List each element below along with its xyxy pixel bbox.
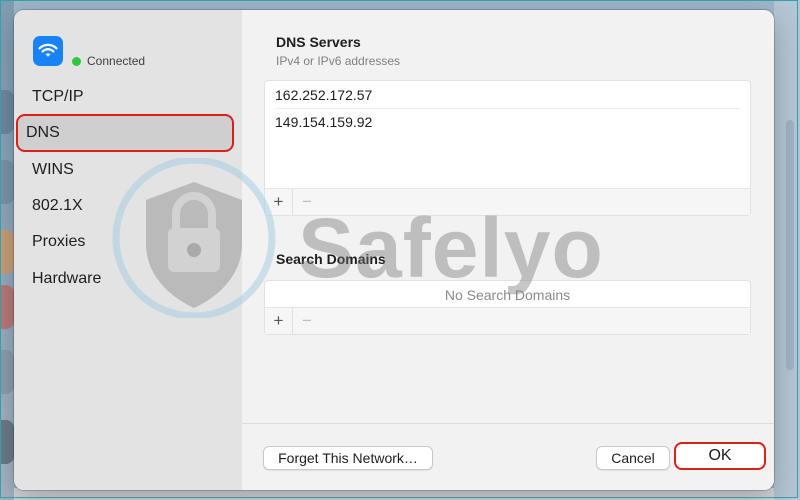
desktop-background-left (0, 0, 14, 500)
sidebar-item-tcpip[interactable]: TCP/IP (32, 88, 84, 106)
remove-domain-button[interactable]: − (293, 308, 321, 334)
sidebar-item-proxies[interactable]: Proxies (32, 233, 85, 251)
sidebar-item-dns[interactable]: DNS (16, 114, 234, 152)
search-domains-toolbar: + − (265, 307, 750, 334)
desktop-tile (0, 160, 14, 204)
desktop-tile (0, 285, 14, 329)
desktop-tile (0, 420, 14, 464)
footer-divider (242, 423, 774, 424)
search-domains-list: No Search Domains + − (264, 280, 751, 335)
sidebar-item-wins[interactable]: WINS (32, 161, 74, 179)
add-domain-button[interactable]: + (265, 308, 293, 334)
network-dns-dialog: Connected TCP/IP DNS WINS 802.1X Proxies… (14, 10, 774, 490)
forget-network-button[interactable]: Forget This Network… (263, 446, 433, 470)
desktop-tile (0, 350, 14, 394)
sidebar: Connected TCP/IP DNS WINS 802.1X Proxies… (14, 10, 242, 490)
empty-state-text: No Search Domains (444, 287, 571, 303)
dns-servers-subtitle: IPv4 or IPv6 addresses (276, 54, 401, 68)
sidebar-item-8021x[interactable]: 802.1X (32, 197, 83, 215)
sidebar-item-hardware[interactable]: Hardware (32, 270, 101, 288)
list-item[interactable]: 162.252.172.57 (275, 81, 740, 109)
status-dot-icon (72, 56, 81, 66)
connection-status: Connected (72, 54, 145, 68)
dns-servers-toolbar: + − (265, 188, 750, 215)
list-item[interactable]: 149.154.159.92 (275, 108, 740, 135)
desktop-tile (0, 90, 14, 134)
ok-button[interactable]: OK (674, 442, 766, 470)
dns-servers-title: DNS Servers (276, 34, 361, 50)
dns-servers-list: 162.252.172.57 149.154.159.92 + − (264, 80, 751, 216)
main-panel: DNS Servers IPv4 or IPv6 addresses 162.2… (242, 10, 774, 490)
status-text: Connected (87, 54, 146, 68)
search-domains-title: Search Domains (276, 251, 386, 267)
desktop-background-right (774, 0, 800, 500)
wifi-icon (33, 36, 63, 66)
cancel-button[interactable]: Cancel (596, 446, 670, 470)
add-server-button[interactable]: + (265, 189, 293, 215)
desktop-tile (0, 230, 14, 274)
scroll-handle (786, 120, 794, 370)
remove-server-button[interactable]: − (293, 189, 321, 215)
sidebar-item-label: DNS (26, 124, 60, 141)
